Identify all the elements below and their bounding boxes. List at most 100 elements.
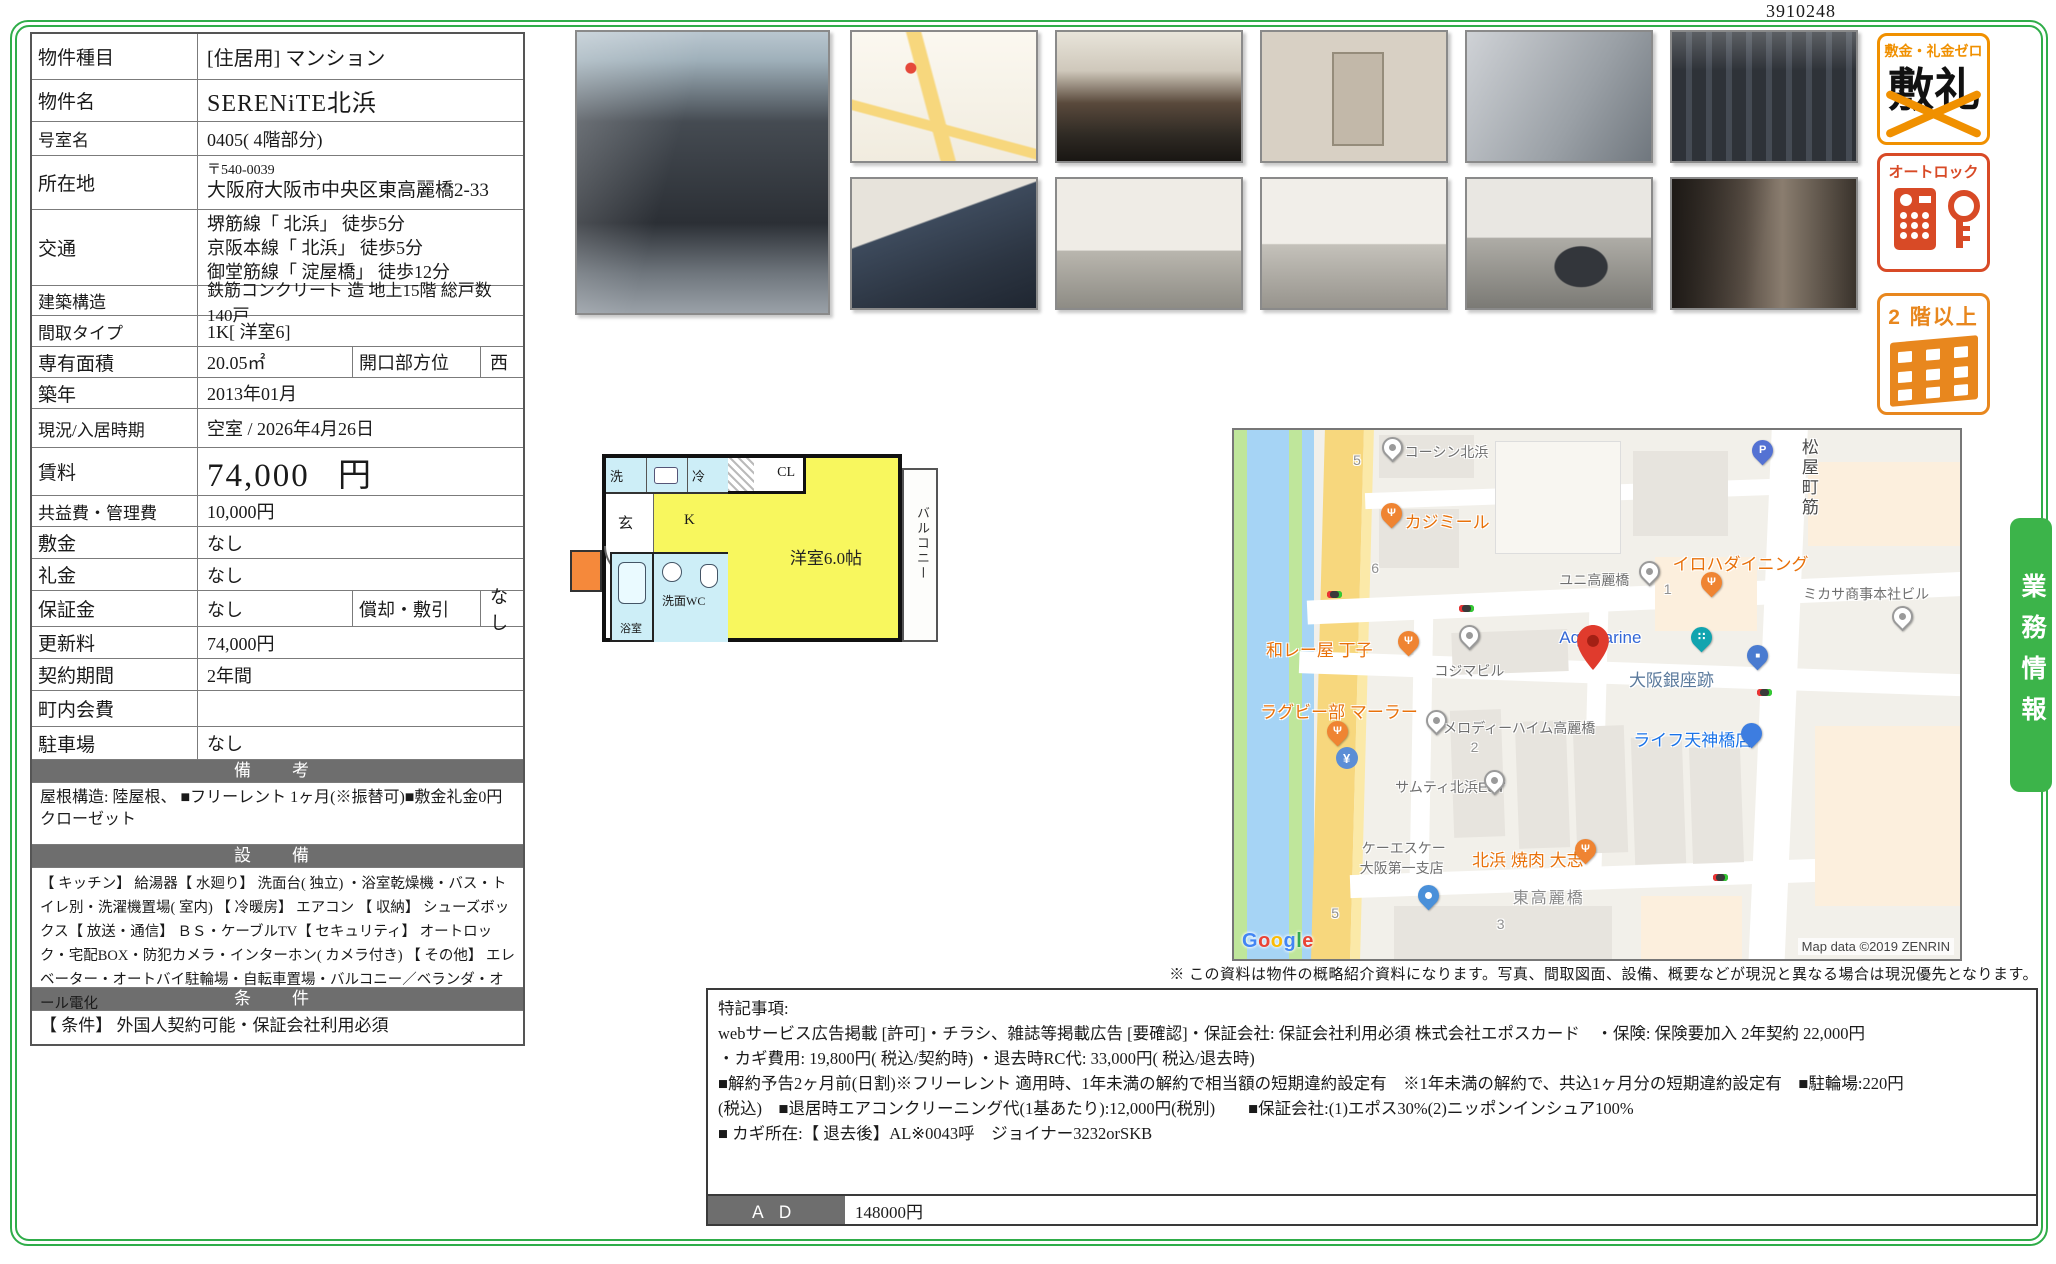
row-label: 更新料 <box>32 627 198 658</box>
map-park-strip <box>1234 428 1247 961</box>
photo-bicycle-parking <box>1055 177 1243 310</box>
photo-building-exterior-main <box>575 30 830 315</box>
row-value: なし <box>198 727 523 759</box>
notes-line: webサービス広告掲載 [許可]・チラシ、雑誌等掲載広告 [要確認]・保証会社:… <box>718 1021 2026 1046</box>
intercom-icon <box>1894 188 1936 250</box>
map-building <box>1394 906 1612 961</box>
floorplan-bath: 浴室 <box>610 552 654 642</box>
row-label: 礼金 <box>32 559 198 590</box>
map-label: 1 <box>1664 581 1672 597</box>
section-header-biko: 備 考 <box>32 760 523 783</box>
map-label: 大阪銀座跡 <box>1629 666 1714 691</box>
photo-building-facade <box>1670 30 1858 163</box>
row-label: 共益費・管理費 <box>32 496 198 526</box>
photo-entrance-floor <box>850 177 1038 310</box>
row-value: 0405( 4階部分) <box>198 122 523 155</box>
map-label: 5 <box>1353 452 1361 468</box>
sink-icon <box>662 562 682 582</box>
location-map: コーシン北浜 5 Ψ カジミール 6 ユニ高麗橋 1 イロハダイニング Ψ 松屋… <box>1232 428 1962 961</box>
map-label: 大阪第一支店 <box>1360 858 1444 878</box>
map-building <box>1808 462 1962 547</box>
map-label: ケーエスケー <box>1362 838 1446 858</box>
badge-title: 敷金・礼金ゼロ <box>1880 41 1987 61</box>
map-area-label: 東高麗橋 <box>1513 884 1585 908</box>
row-label: 現況/入居時期 <box>32 409 198 447</box>
row-label: 町内会費 <box>32 691 198 726</box>
map-label: 6 <box>1371 560 1379 576</box>
map-label: 5 <box>1331 905 1339 921</box>
notes-line: ■解約予告2ヶ月前(日割)※フリーレント 適用時、1年未満の解約で相当額の短期違… <box>718 1071 2026 1096</box>
map-river-strip <box>1247 428 1289 961</box>
map-building <box>1689 747 1744 865</box>
floorplan-unit: CL 洗 冷 玄 K 浴室 洗面WC 洋室6.0帖 <box>602 454 902 642</box>
map-building <box>1631 736 1686 865</box>
table-row: 物件名SERENiTE北浜 <box>32 80 523 122</box>
address: 大阪府大阪市中央区東高麗橋2-33 <box>207 179 489 202</box>
row-value: SERENiTE北浜 <box>198 80 523 121</box>
row-value-2: 西 <box>481 347 523 377</box>
photo-building-wall <box>1465 30 1653 163</box>
tab-gyomu-joho[interactable]: 業務情報 <box>2010 518 2052 792</box>
map-label: ライフ天神橋店 <box>1633 726 1752 751</box>
postal-code: 〒540-0039 <box>207 163 275 179</box>
row-label: 専有面積 <box>32 347 198 377</box>
table-row: 物件種目[住居用] マンション <box>32 34 523 80</box>
disclaimer-text: ※ この資料は物件の概略紹介資料になります。写真、間取図面、設備、概要などが現況… <box>1169 963 2038 984</box>
table-row: 敷金なし <box>32 527 523 559</box>
map-building <box>1515 720 1570 849</box>
map-label: 3 <box>1497 916 1505 932</box>
photo-intercom-panel <box>1260 30 1448 163</box>
floorplan-balcony: バルコニー <box>902 468 938 642</box>
photo-parking-garage <box>1465 177 1653 310</box>
photo-corridor <box>1670 177 1858 310</box>
row-label: 保証金 <box>32 591 198 626</box>
notes-line: ・カギ費用: 19,800円( 税込/契約時) ・退去時RC代: 33,000円… <box>718 1046 2026 1071</box>
row-label: 駐車場 <box>32 727 198 759</box>
autolock-icon <box>1880 188 1987 250</box>
table-row: 契約期間2年間 <box>32 659 523 691</box>
table-row: 所在地〒540-0039大阪府大阪市中央区東高麗橋2-33 <box>32 156 523 210</box>
floorplan-kitchen: K <box>654 494 728 552</box>
row-value: 空室 / 2026年4月26日 <box>198 409 523 447</box>
map-label: コーシン北浜 <box>1405 442 1489 462</box>
notes-line: (税込) ■退居時エアコンクリーニング代(1基あたり):12,000円(税別) … <box>718 1096 2026 1121</box>
fridge-spot: 冷 <box>688 458 728 492</box>
special-notes-box: 特記事項: webサービス広告掲載 [許可]・チラシ、雑誌等掲載広告 [要確認]… <box>706 988 2038 1196</box>
atm-pin-icon: ¥ <box>1336 747 1358 769</box>
tab-label: 業務情報 <box>2013 573 2049 737</box>
map-label: メロディーハイム高麗橋 <box>1443 718 1595 738</box>
ad-value: 148000円 <box>845 1196 923 1224</box>
row-label: 所在地 <box>32 156 198 209</box>
row-label-2: 償却・敷引 <box>353 591 481 626</box>
bathtub-icon <box>618 562 646 604</box>
notes-line: ■ カギ所在:【 退去後】AL※0043呼 ジョイナー3232orSKB <box>718 1121 2026 1146</box>
floor-plan: CL 洗 冷 玄 K 浴室 洗面WC 洋室6.0帖 バルコニー <box>568 452 940 648</box>
washer-spot: 洗 <box>606 458 647 492</box>
row-value: 10,000円 <box>198 496 523 526</box>
row-value: [住居用] マンション <box>198 34 523 79</box>
property-location-marker <box>1577 625 1609 675</box>
biko-line: クローゼット <box>40 809 515 831</box>
google-logo: Google <box>1242 930 1314 953</box>
table-row: 建築構造鉄筋コンクリート 造 地上15階 総戸数140戸 <box>32 286 523 316</box>
building-icon <box>1890 335 1978 407</box>
row-value: 堺筋線「 北浜」 徒歩5分京阪本線「 北浜」 徒歩5分御堂筋線「 淀屋橋」 徒歩… <box>198 210 523 285</box>
table-row: 礼金なし <box>32 559 523 591</box>
row-value: 2013年01月 <box>198 378 523 408</box>
row-label: 号室名 <box>32 122 198 155</box>
table-row: 専有面積20.05㎡開口部方位西 <box>32 347 523 378</box>
map-label: コジマビル <box>1434 661 1504 681</box>
row-value: 20.05㎡ <box>198 347 353 377</box>
map-road-label: 松屋町筋 <box>1796 438 1821 518</box>
photo-motorcycle-parking <box>1260 177 1448 310</box>
floorplan-shaft <box>570 550 602 592</box>
row-label: 賃料 <box>32 448 198 495</box>
badge-autolock: オートロック <box>1877 153 1990 272</box>
map-label: 北浜 焼肉 大志 <box>1472 846 1583 871</box>
badge-title: 2 階以上 <box>1880 301 1987 331</box>
setsubi-text: 【 キッチン】 給湯器【 水廻り】 洗面台( 独立) ・浴室乾燥機・バス・トイレ… <box>32 868 523 988</box>
ad-row: ＡＤ 148000円 <box>706 1196 2038 1226</box>
floorplan-entrance: 玄 <box>606 494 654 552</box>
traffic-signal-icon <box>1327 591 1342 598</box>
table-row: 築年2013年01月 <box>32 378 523 409</box>
